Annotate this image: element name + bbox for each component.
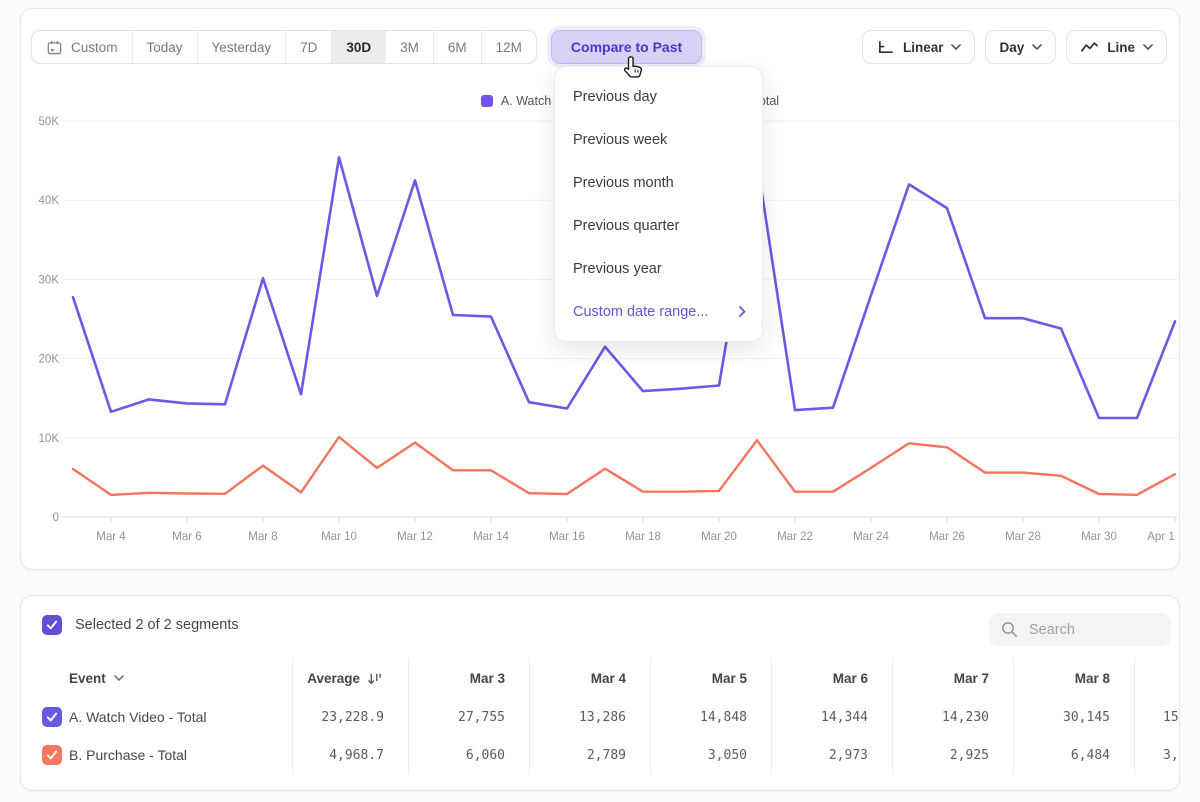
row-checkbox-purchase[interactable] xyxy=(42,745,62,765)
event-cell: A. Watch Video - Total xyxy=(21,698,292,736)
row-label: B. Purchase - Total xyxy=(69,747,187,763)
table-row-watch-video[interactable]: A. Watch Video - Total 23,228.9 27,755 1… xyxy=(21,698,1179,736)
table-row-purchase[interactable]: B. Purchase - Total 4,968.7 6,060 2,789 … xyxy=(21,736,1179,774)
x-axis-label: Mar 24 xyxy=(853,531,889,543)
column-header-mar7: Mar 7 xyxy=(892,658,1013,698)
range-3m[interactable]: 3M xyxy=(385,31,433,63)
average-column-header[interactable]: Average xyxy=(292,658,408,698)
cell-mar3: 6,060 xyxy=(408,736,529,774)
chevron-down-icon xyxy=(1032,44,1042,50)
x-axis-label: Apr 1 xyxy=(1147,531,1175,543)
chart-card: Custom Today Yesterday 7D 30D 3M 6M 12M … xyxy=(20,8,1180,570)
x-axis-label: Mar 30 xyxy=(1081,531,1117,543)
chart-type-dropdown-button[interactable]: Line xyxy=(1066,30,1167,64)
y-axis-label: 10K xyxy=(39,433,60,445)
column-header-mar3: Mar 3 xyxy=(408,658,529,698)
select-all-checkbox[interactable] xyxy=(42,615,62,635)
sort-descending-icon xyxy=(367,671,384,686)
scale-dropdown-button[interactable]: Linear xyxy=(862,30,976,64)
cell-mar4: 13,286 xyxy=(529,698,650,736)
legend-swatch-a xyxy=(481,95,493,107)
compare-to-past-button[interactable]: Compare to Past xyxy=(551,30,702,64)
row-label: A. Watch Video - Total xyxy=(69,709,206,725)
cell-average: 23,228.9 xyxy=(292,698,408,736)
compare-menu: Previous day Previous week Previous mont… xyxy=(554,66,763,342)
column-header-mar5: Mar 5 xyxy=(650,658,771,698)
range-6m[interactable]: 6M xyxy=(433,31,481,63)
event-cell: B. Purchase - Total xyxy=(21,736,292,774)
row-checkbox-watch-video[interactable] xyxy=(42,707,62,727)
menu-item-previous-year[interactable]: Previous year xyxy=(555,247,762,290)
column-header-mar6: Mar 6 xyxy=(771,658,892,698)
calendar-icon xyxy=(46,39,63,56)
range-7d[interactable]: 7D xyxy=(285,31,331,63)
x-axis-label: Mar 10 xyxy=(321,531,357,543)
x-axis-label: Mar 18 xyxy=(625,531,661,543)
cell-clipped: 3, xyxy=(1134,736,1180,774)
x-axis-label: Mar 14 xyxy=(473,531,509,543)
range-custom[interactable]: Custom xyxy=(32,31,132,63)
segments-table: Event Average Mar 3 Mar 4 Mar 5 Mar 6 Ma… xyxy=(21,658,1179,774)
cell-mar6: 14,344 xyxy=(771,698,892,736)
cell-mar4: 2,789 xyxy=(529,736,650,774)
range-12m[interactable]: 12M xyxy=(481,31,536,63)
menu-item-previous-quarter[interactable]: Previous quarter xyxy=(555,204,762,247)
menu-item-previous-week[interactable]: Previous week xyxy=(555,118,762,161)
menu-item-custom-date-range[interactable]: Custom date range... xyxy=(555,290,762,333)
granularity-dropdown-button[interactable]: Day xyxy=(985,30,1056,64)
search-icon xyxy=(1001,621,1018,638)
x-axis-label: Mar 4 xyxy=(96,531,126,543)
cell-mar8: 30,145 xyxy=(1013,698,1134,736)
column-header-mar4: Mar 4 xyxy=(529,658,650,698)
segments-header: Selected 2 of 2 segments xyxy=(42,615,239,635)
table-header-row: Event Average Mar 3 Mar 4 Mar 5 Mar 6 Ma… xyxy=(21,658,1179,698)
cell-mar7: 14,230 xyxy=(892,698,1013,736)
x-axis-label: Mar 6 xyxy=(172,531,201,543)
cell-mar5: 3,050 xyxy=(650,736,771,774)
x-axis-label: Mar 12 xyxy=(397,531,433,543)
y-axis-label: 0 xyxy=(53,512,59,524)
y-axis-label: 50K xyxy=(39,116,60,128)
x-axis-label: Mar 20 xyxy=(701,531,737,543)
line-chart-icon xyxy=(1080,40,1099,54)
column-header-clipped: M xyxy=(1134,658,1180,698)
x-axis-label: Mar 28 xyxy=(1005,531,1041,543)
cell-mar8: 6,484 xyxy=(1013,736,1134,774)
selected-summary: Selected 2 of 2 segments xyxy=(75,617,239,633)
event-column-header[interactable]: Event xyxy=(21,658,292,698)
x-axis-label: Mar 16 xyxy=(549,531,585,543)
chevron-down-icon xyxy=(114,675,124,681)
x-axis-label: Mar 8 xyxy=(248,531,277,543)
y-axis-label: 30K xyxy=(39,274,60,286)
chevron-right-icon xyxy=(739,306,746,317)
cell-mar5: 14,848 xyxy=(650,698,771,736)
menu-item-previous-day[interactable]: Previous day xyxy=(555,75,762,118)
range-today[interactable]: Today xyxy=(132,31,197,63)
search-box[interactable] xyxy=(989,613,1171,646)
chevron-down-icon xyxy=(951,44,961,50)
y-axis-label: 20K xyxy=(39,354,60,366)
y-axis-label: 40K xyxy=(39,195,60,207)
menu-item-previous-month[interactable]: Previous month xyxy=(555,161,762,204)
chart-toolbar: Custom Today Yesterday 7D 30D 3M 6M 12M … xyxy=(31,30,1167,64)
cell-clipped: 15, xyxy=(1134,698,1180,736)
chevron-down-icon xyxy=(1143,44,1153,50)
range-30d-selected[interactable]: 30D xyxy=(331,31,385,63)
x-axis-label: Mar 22 xyxy=(777,531,813,543)
axis-icon xyxy=(876,40,895,55)
cell-mar3: 27,755 xyxy=(408,698,529,736)
cell-mar6: 2,973 xyxy=(771,736,892,774)
search-input[interactable] xyxy=(1027,621,1151,639)
segments-card: Selected 2 of 2 segments Event Average xyxy=(20,595,1180,791)
cell-mar7: 2,925 xyxy=(892,736,1013,774)
x-axis-label: Mar 26 xyxy=(929,531,965,543)
column-header-mar8: Mar 8 xyxy=(1013,658,1134,698)
cell-average: 4,968.7 xyxy=(292,736,408,774)
series-line-purchase[interactable] xyxy=(73,437,1175,495)
range-label: Custom xyxy=(71,40,118,55)
range-yesterday[interactable]: Yesterday xyxy=(197,31,286,63)
date-range-group: Custom Today Yesterday 7D 30D 3M 6M 12M xyxy=(31,30,537,64)
